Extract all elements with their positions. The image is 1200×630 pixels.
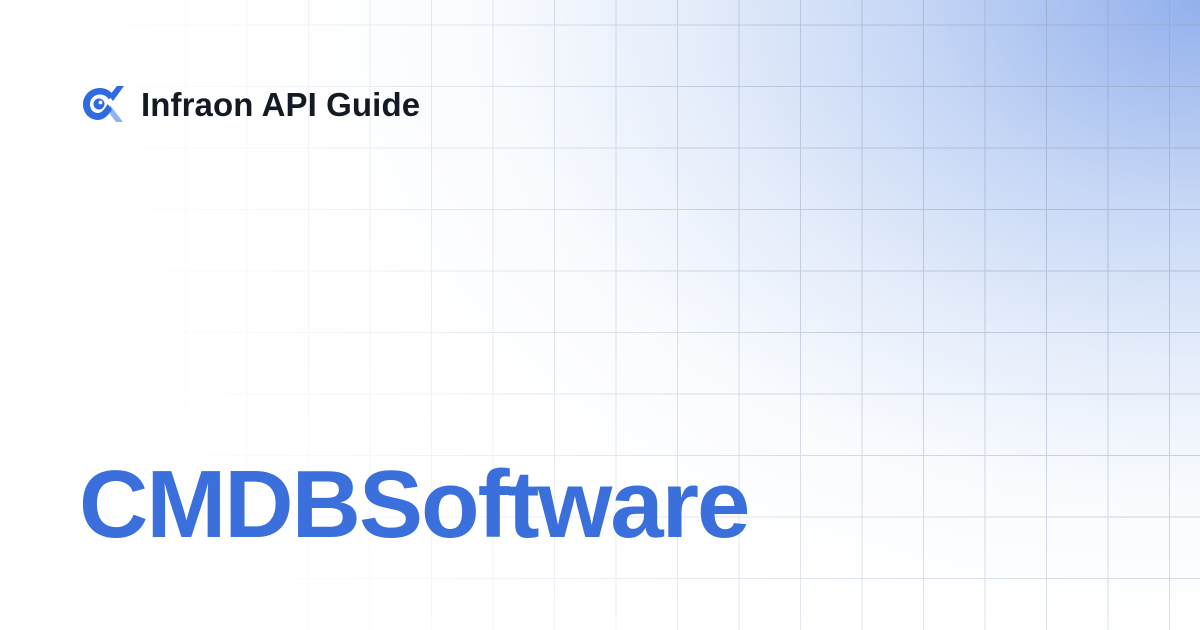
infraon-logo-icon [83, 86, 124, 122]
page-title: CMDBSoftware [79, 451, 750, 558]
brand-header[interactable]: Infraon API Guide [79, 80, 420, 128]
brand-name: Infraon API Guide [141, 85, 421, 123]
